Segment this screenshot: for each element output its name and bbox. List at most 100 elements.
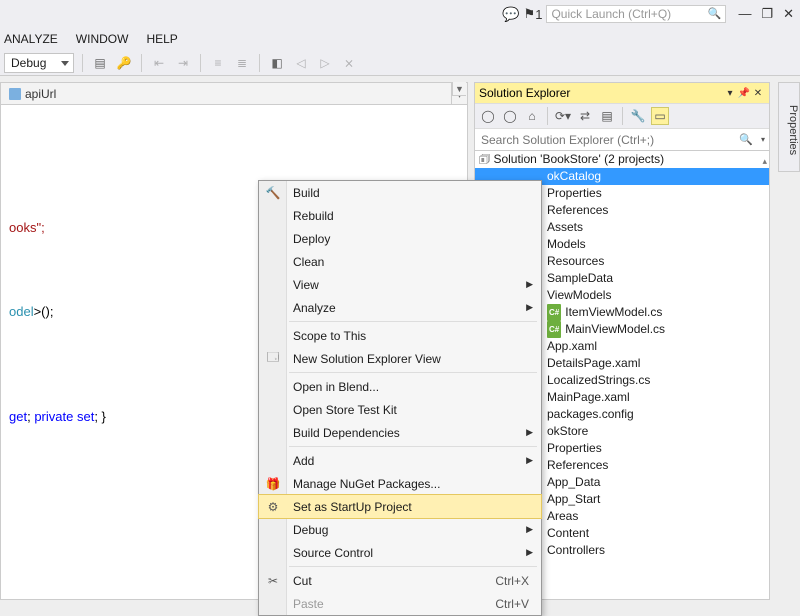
separator — [82, 54, 83, 72]
bookmark-icon[interactable]: ◧ — [268, 54, 286, 72]
menu-item-label: Debug — [293, 523, 328, 537]
menu-item-new-solution-explorer-view[interactable]: 🗔 New Solution Explorer View — [259, 347, 541, 370]
member-label: apiUrl — [25, 87, 56, 101]
solution-explorer-title: Solution Explorer — [479, 86, 723, 100]
menu-item-icon: 🎁 — [265, 477, 281, 491]
menu-item-cut[interactable]: ✂CutCtrl+X — [259, 569, 541, 592]
menu-item-label: View — [293, 278, 319, 292]
menu-item-clean[interactable]: Clean — [259, 250, 541, 273]
search-icon: 🔍 — [708, 7, 722, 20]
menu-item-manage-nuget-packages[interactable]: 🎁 Manage NuGet Packages... — [259, 472, 541, 495]
field-icon — [9, 88, 21, 100]
menu-item-view[interactable]: View ▶ — [259, 273, 541, 296]
menu-item-set-as-startup-project[interactable]: ⚙ Set as StartUp Project — [259, 495, 541, 518]
home-icon[interactable]: ⌂ — [523, 107, 541, 125]
restore-button[interactable]: ❐ — [761, 6, 773, 22]
editor-dropdown-arrow[interactable]: ▼ — [452, 82, 466, 96]
menu-item-scope-to-this[interactable]: Scope to This — [259, 324, 541, 347]
pin-icon[interactable]: 📌 — [737, 88, 751, 99]
config-label: Debug — [11, 56, 46, 70]
menu-item-label: Manage NuGet Packages... — [293, 477, 440, 491]
menu-item-debug[interactable]: Debug▶ — [259, 518, 541, 541]
scroll-up-icon[interactable]: ▴ — [762, 153, 767, 170]
prev-bookmark-icon[interactable]: ◁ — [292, 54, 310, 72]
sync-icon[interactable]: ⟳▾ — [554, 107, 572, 125]
menu-window[interactable]: WINDOW — [76, 32, 129, 46]
menu-item-label: Deploy — [293, 232, 330, 246]
menu-item-label: Paste — [293, 597, 324, 611]
submenu-arrow-icon: ▶ — [526, 427, 533, 438]
submenu-arrow-icon: ▶ — [526, 279, 533, 290]
quick-launch-placeholder: Quick Launch (Ctrl+Q) — [551, 7, 671, 21]
solution-search-input[interactable] — [479, 132, 765, 148]
menu-item-analyze[interactable]: Analyze▶ — [259, 296, 541, 319]
solution-search[interactable]: 🔍 ▾ — [475, 129, 769, 151]
comment-icon[interactable]: ≡ — [209, 54, 227, 72]
separator — [141, 54, 142, 72]
menu-item-label: Build Dependencies — [293, 426, 400, 440]
separator — [547, 107, 548, 125]
menu-item-label: Open in Blend... — [293, 380, 379, 394]
menu-item-icon: ⚙ — [265, 500, 281, 514]
quick-launch-input[interactable]: Quick Launch (Ctrl+Q) 🔍 — [546, 5, 726, 23]
member-dropdown[interactable]: apiUrl — [9, 87, 56, 101]
search-dropdown-icon[interactable]: ▾ — [761, 135, 765, 144]
menu-shortcut: Ctrl+X — [495, 574, 529, 588]
solution-explorer-toolbar: ◯ ◯ ⌂ ⟳▾ ⇄ ▤ 🔧 ▭ — [475, 103, 769, 129]
show-all-icon[interactable]: ▭ — [651, 107, 669, 125]
menu-item-label: Scope to This — [293, 329, 366, 343]
menu-item-open-in-blend[interactable]: Open in Blend... — [259, 375, 541, 398]
menu-item-label: Build — [293, 186, 320, 200]
clear-bookmarks-icon[interactable]: ⨯ — [340, 54, 358, 72]
close-button[interactable]: ✕ — [783, 6, 794, 22]
indent-right-icon[interactable]: ⇥ — [174, 54, 192, 72]
menu-item-source-control[interactable]: Source Control▶ — [259, 541, 541, 564]
properties-tab[interactable]: Properties — [778, 82, 800, 172]
code-line: ooks"; odel>(); get; private set; } — [9, 220, 106, 424]
menu-analyze[interactable]: ANALYZE — [4, 32, 58, 46]
uncomment-icon[interactable]: ≣ — [233, 54, 251, 72]
close-panel-icon[interactable]: ✕ — [751, 88, 765, 99]
config-combo[interactable]: Debug — [4, 53, 74, 73]
search-icon: 🔍 — [739, 133, 753, 146]
menu-item-add[interactable]: Add▶ — [259, 449, 541, 472]
editor-nav-bar: apiUrl ▾ — [1, 83, 467, 105]
menu-help[interactable]: HELP — [146, 32, 177, 46]
properties-icon[interactable]: 🔧 — [629, 107, 647, 125]
indent-left-icon[interactable]: ⇤ — [150, 54, 168, 72]
separator — [259, 54, 260, 72]
menu-bar: ANALYZE WINDOW HELP — [0, 28, 800, 50]
menu-item-rebuild[interactable]: Rebuild — [259, 204, 541, 227]
separator — [200, 54, 201, 72]
submenu-arrow-icon: ▶ — [526, 547, 533, 558]
new-item-icon[interactable]: ▤ — [91, 54, 109, 72]
solution-root[interactable]: 🗊 Solution 'BookStore' (2 projects) — [475, 151, 769, 168]
menu-item-build[interactable]: 🔨Build — [259, 181, 541, 204]
menu-item-label: New Solution Explorer View — [293, 352, 441, 366]
collapse-icon[interactable]: ▤ — [598, 107, 616, 125]
menu-separator — [289, 446, 537, 447]
refresh-icon[interactable]: ⇄ — [576, 107, 594, 125]
menu-item-label: Set as StartUp Project — [293, 500, 412, 514]
next-bookmark-icon[interactable]: ▷ — [316, 54, 334, 72]
title-bar: 💬 ⚑1 Quick Launch (Ctrl+Q) 🔍 — ❐ ✕ — [0, 0, 800, 28]
menu-item-label: Open Store Test Kit — [293, 403, 397, 417]
menu-separator — [289, 372, 537, 373]
find-icon[interactable]: 🔑 — [115, 54, 133, 72]
menu-item-paste[interactable]: PasteCtrl+V — [259, 592, 541, 615]
menu-separator — [289, 566, 537, 567]
solution-explorer-header[interactable]: Solution Explorer ▾ 📌 ✕ — [475, 83, 769, 103]
back-icon[interactable]: ◯ — [479, 107, 497, 125]
context-menu: 🔨BuildRebuildDeployCleanView▶Analyze▶Sco… — [258, 180, 542, 616]
submenu-arrow-icon: ▶ — [526, 455, 533, 466]
submenu-arrow-icon: ▶ — [526, 302, 533, 313]
feedback-icon[interactable]: 💬 — [502, 6, 519, 23]
menu-item-deploy[interactable]: Deploy — [259, 227, 541, 250]
forward-icon[interactable]: ◯ — [501, 107, 519, 125]
menu-item-icon: 🗔 — [265, 348, 281, 369]
notifications-flag[interactable]: ⚑1 — [524, 6, 543, 22]
menu-item-build-dependencies[interactable]: Build Dependencies ▶ — [259, 421, 541, 444]
menu-item-open-store-test-kit[interactable]: Open Store Test Kit — [259, 398, 541, 421]
window-position-icon[interactable]: ▾ — [723, 88, 737, 99]
minimize-button[interactable]: — — [738, 6, 751, 22]
